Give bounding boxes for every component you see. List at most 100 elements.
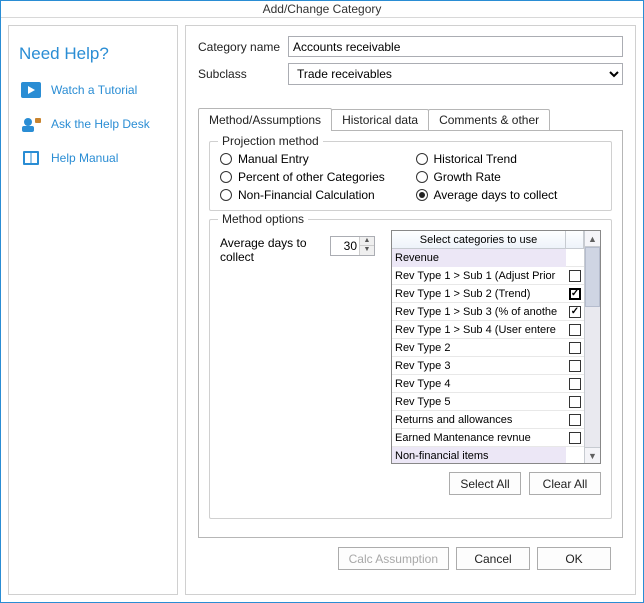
radio-avg-days-collect[interactable]: Average days to collect [416,188,602,202]
radio-label: Historical Trend [434,152,517,166]
category-row[interactable]: Rev Type 5 [392,393,584,411]
calc-assumption-button: Calc Assumption [338,547,449,570]
clear-all-button[interactable]: Clear All [529,472,601,495]
sidebar-title: Need Help? [19,44,167,64]
ok-button[interactable]: OK [537,547,611,570]
help-sidebar: Need Help? Watch a Tutorial Ask the Help… [8,25,178,595]
category-row-label: Rev Type 1 > Sub 1 (Adjust Prior [392,267,566,285]
category-row-label: Revenue [392,249,566,267]
book-icon [19,148,43,168]
categories-block: Select categories to use RevenueRev Type… [391,230,601,495]
category-row-label: Rev Type 5 [392,393,566,411]
checkbox-icon[interactable] [569,396,581,408]
radio-label: Manual Entry [238,152,309,166]
input-category-name[interactable] [288,36,623,57]
avg-days-block: Average days to collect ▲ ▼ [220,230,375,495]
radio-icon[interactable] [220,189,232,201]
category-row[interactable]: Rev Type 4 [392,375,584,393]
main-panel: Category name Subclass Trade receivables… [185,25,636,595]
categories-list: Select categories to use RevenueRev Type… [391,230,601,464]
spinner-up-icon[interactable]: ▲ [360,237,374,246]
categories-header[interactable]: Select categories to use [392,231,584,249]
radio-icon[interactable] [220,153,232,165]
checkbox-icon[interactable] [569,288,581,300]
category-row-check-cell [566,432,584,444]
sidebar-item-help-manual[interactable]: Help Manual [19,148,167,168]
label-avg-days: Average days to collect [220,236,324,264]
sidebar-item-watch-tutorial[interactable]: Watch a Tutorial [19,80,167,100]
content-area: Need Help? Watch a Tutorial Ask the Help… [1,18,643,602]
radio-icon[interactable] [220,171,232,183]
category-row-check-cell [566,360,584,372]
select-subclass[interactable]: Trade receivables [288,63,623,85]
tab-method-assumptions[interactable]: Method/Assumptions [198,108,332,131]
checkbox-icon[interactable] [569,432,581,444]
scroll-thumb[interactable] [585,247,600,307]
row-category-name: Category name [198,36,623,57]
select-all-button[interactable]: Select All [449,472,521,495]
category-row-check-cell [566,270,584,282]
radio-non-financial-calc[interactable]: Non-Financial Calculation [220,188,406,202]
category-row[interactable]: Earned Mantenance revnue [392,429,584,447]
scroll-track[interactable] [585,307,600,447]
cancel-button[interactable]: Cancel [456,547,530,570]
spinner-avg-days[interactable]: ▲ ▼ [330,236,375,256]
categories-scrollbar[interactable]: ▲ ▼ [584,231,600,463]
legend-projection-method: Projection method [218,134,323,148]
checkbox-icon[interactable] [569,342,581,354]
row-subclass: Subclass Trade receivables [198,63,623,85]
category-row-label: Earned Mantenance revnue [392,429,566,447]
category-row-check-cell [566,342,584,354]
label-subclass: Subclass [198,67,288,81]
category-row-check-cell [566,414,584,426]
categories-header-label: Select categories to use [392,231,566,248]
category-row-check-cell [566,306,584,318]
input-avg-days[interactable] [331,237,359,255]
checkbox-icon[interactable] [569,378,581,390]
radio-percent-other[interactable]: Percent of other Categories [220,170,406,184]
category-row-check-cell [566,288,584,300]
helpdesk-icon [19,114,43,134]
tab-body: Projection method Manual Entry Historical… [198,130,623,538]
radio-label: Growth Rate [434,170,501,184]
checkbox-icon[interactable] [569,270,581,282]
window-titlebar: Add/Change Category [1,1,643,18]
window-title: Add/Change Category [263,2,382,16]
category-row[interactable]: Rev Type 2 [392,339,584,357]
scroll-down-icon[interactable]: ▼ [585,447,600,463]
category-row[interactable]: Rev Type 1 > Sub 3 (% of anothe [392,303,584,321]
category-row[interactable]: Rev Type 3 [392,357,584,375]
legend-method-options: Method options [218,212,308,226]
radio-label: Percent of other Categories [238,170,385,184]
category-group-row[interactable]: Revenue [392,249,584,267]
radio-icon[interactable] [416,189,428,201]
category-row[interactable]: Rev Type 1 > Sub 2 (Trend) [392,285,584,303]
radio-historical-trend[interactable]: Historical Trend [416,152,602,166]
category-row-check-cell [566,378,584,390]
radio-growth-rate[interactable]: Growth Rate [416,170,602,184]
category-row-label: Rev Type 1 > Sub 3 (% of anothe [392,303,566,321]
radio-icon[interactable] [416,153,428,165]
tabstrip: Method/Assumptions Historical data Comme… [198,107,623,130]
tab-comments-other[interactable]: Comments & other [428,109,550,130]
category-group-row[interactable]: Non-financial items [392,447,584,463]
scroll-up-icon[interactable]: ▲ [585,231,600,247]
category-row-label: Rev Type 3 [392,357,566,375]
checkbox-icon[interactable] [569,414,581,426]
category-row[interactable]: Rev Type 1 > Sub 4 (User entere [392,321,584,339]
tab-historical-data[interactable]: Historical data [331,109,429,130]
category-row[interactable]: Rev Type 1 > Sub 1 (Adjust Prior [392,267,584,285]
radio-manual-entry[interactable]: Manual Entry [220,152,406,166]
checkbox-icon[interactable] [569,360,581,372]
radio-icon[interactable] [416,171,428,183]
label-category-name: Category name [198,40,288,54]
sidebar-item-ask-help-desk[interactable]: Ask the Help Desk [19,114,167,134]
category-row[interactable]: Returns and allowances [392,411,584,429]
checkbox-icon[interactable] [569,306,581,318]
category-row-label: Rev Type 4 [392,375,566,393]
group-projection-method: Projection method Manual EntryHistorical… [209,141,612,211]
group-method-options: Method options Average days to collect ▲… [209,219,612,519]
checkbox-icon[interactable] [569,324,581,336]
radio-label: Average days to collect [434,188,558,202]
spinner-down-icon[interactable]: ▼ [360,246,374,255]
